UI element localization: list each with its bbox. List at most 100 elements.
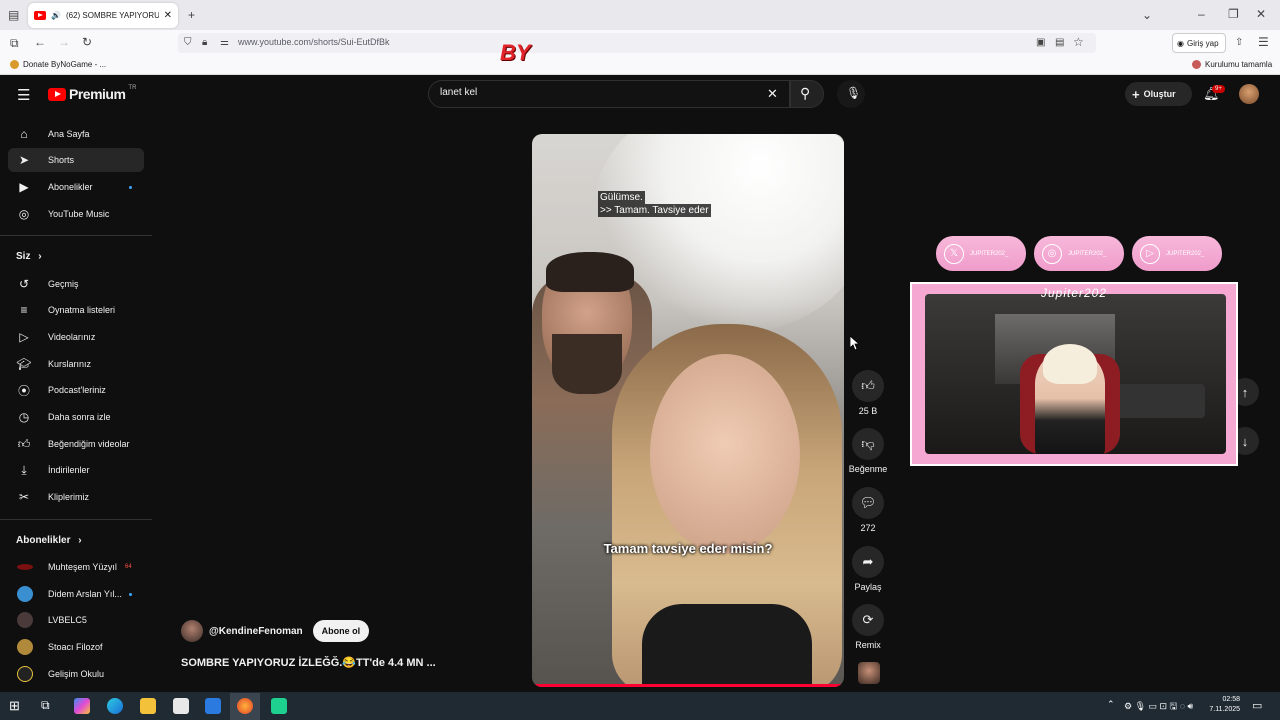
video-title[interactable]: SOMBRE YAPIYORUZ İZLEĞĞ.😂TT'de 4.4 MN ..…	[181, 656, 436, 669]
sidebar-item-liked-videos[interactable]: 👍︎ Beğendiğim videolar	[8, 432, 144, 456]
youtube-play-icon	[48, 87, 66, 101]
task-view-icon[interactable]: ⧉	[41, 698, 50, 713]
sidebar-sub-item[interactable]: Gelişim Okulu	[8, 662, 144, 686]
copilot-icon[interactable]	[74, 698, 90, 714]
chevron-down-icon[interactable]: ⌄	[1142, 9, 1152, 21]
lock-icon[interactable]: 🔒︎	[202, 37, 207, 49]
setup-reminder[interactable]: Kurulumu tamamla	[1192, 60, 1272, 69]
channel-avatar	[17, 612, 33, 628]
bookmark-donate[interactable]: Donate ByNoGame - ...	[10, 60, 106, 69]
remix-icon: ⟳	[852, 604, 884, 636]
firefox-icon[interactable]	[237, 698, 253, 714]
search-button[interactable]: ⚲	[790, 80, 824, 108]
clear-search-icon[interactable]: ✕	[767, 86, 778, 102]
remix-label: Remix	[855, 640, 881, 650]
sidebar-item-label: Geçmiş	[48, 279, 79, 289]
window-close-icon[interactable]: ✕	[1256, 8, 1266, 20]
file-explorer-icon[interactable]	[140, 698, 156, 714]
section-subscriptions[interactable]: Abonelikler ›	[16, 535, 82, 546]
sidebar-sub-item[interactable]: Stoacı Filozof	[8, 635, 144, 659]
sidebar-item-downloads[interactable]: ⤓ İndirilenler	[8, 458, 144, 482]
channel-avatar	[17, 586, 33, 602]
signin-label: Giriş yap	[1186, 38, 1219, 48]
sidebar-item-your-videos[interactable]: ▷ Videolarınız	[8, 325, 144, 349]
sidebar-sub-item[interactable]: Muhteşem Yüzyıl 64	[8, 555, 144, 579]
sidebar-sub-item[interactable]: Didem Arslan Yıl...	[8, 582, 144, 606]
sidebar-item-podcasts[interactable]: ⦿ Podcast'leriniz	[8, 378, 144, 402]
bookmark-star-icon[interactable]: ☆	[1073, 36, 1084, 48]
notification-center-icon[interactable]: ▭	[1252, 699, 1262, 712]
reader-view-icon[interactable]: ▤	[1055, 37, 1064, 49]
video-person-girl-face	[650, 354, 800, 554]
sidebar-item-watch-later[interactable]: ◷ Daha sonra izle	[8, 405, 144, 429]
bookmark-label: Donate ByNoGame - ...	[23, 60, 107, 69]
sidebar-sub-item[interactable]: LVBELC5	[8, 608, 144, 632]
url-text[interactable]: www.youtube.com/shorts/Sui-EutDfBk	[238, 37, 390, 47]
dislike-button[interactable]: 👎︎ Beğenme	[848, 428, 888, 474]
taskbar-clock[interactable]: 02:58 7.11.2025	[1200, 695, 1240, 715]
sidebar-item-home[interactable]: ⌂ Ana Sayfa	[8, 122, 144, 146]
edge-icon[interactable]	[107, 698, 123, 714]
mail-icon[interactable]	[205, 698, 221, 714]
bookmark-favicon-icon	[10, 60, 19, 69]
sidebar-item-courses[interactable]: 🎓︎ Kurslarınız	[8, 352, 144, 376]
app-icon[interactable]	[271, 698, 287, 714]
signin-button[interactable]: ◉ Giriş yap	[1172, 33, 1226, 53]
sidebar-item-subscriptions[interactable]: ▶ Abonelikler	[8, 175, 144, 199]
account-avatar[interactable]	[1239, 84, 1259, 104]
sidebar-item-label: Videolarınız	[48, 332, 96, 342]
video-progress-bar[interactable]	[532, 684, 844, 687]
search-input[interactable]: lanet kel	[440, 87, 477, 98]
thumbs-down-icon: 👎︎	[852, 428, 884, 460]
webcam-feed	[925, 294, 1226, 454]
sidebar-item-label: Kliplerimiz	[48, 492, 90, 502]
home-icon: ⌂	[20, 127, 28, 141]
sidebar-item-clips[interactable]: ✂ Kliplerimiz	[8, 485, 144, 509]
close-tab-icon[interactable]: ✕	[164, 10, 172, 21]
store-icon[interactable]	[173, 698, 189, 714]
forward-icon[interactable]: →	[58, 36, 70, 48]
history-icon: ↺	[18, 277, 30, 291]
new-tab-icon[interactable]: +	[188, 9, 195, 21]
youtube-logo[interactable]: Premium TR	[48, 85, 136, 102]
channel-name[interactable]: @KendineFenoman	[209, 626, 303, 637]
minimize-icon[interactable]: –	[1198, 8, 1205, 20]
sidebar-item-shorts[interactable]: ➤ Shorts	[8, 148, 144, 172]
browser-tab[interactable]: 🔊 (62) SOMBRE YAPIYORUZ İ... ✕	[28, 3, 178, 28]
permissions-icon[interactable]: ⚌	[220, 37, 229, 49]
windows-start-icon[interactable]: ⊞	[9, 698, 20, 714]
sidebar-item-youtube-music[interactable]: ◎ YouTube Music	[8, 202, 144, 226]
audio-icon[interactable]: 🔊	[51, 11, 61, 20]
sidebar-toggle-icon[interactable]: ⧉	[10, 37, 19, 49]
video-person-man-beard	[552, 334, 622, 394]
chevron-right-icon: ›	[38, 251, 42, 262]
comments-button[interactable]: 💬︎ 272	[848, 487, 888, 533]
tray-chevron-icon[interactable]: ⌃	[1107, 699, 1115, 710]
tray-icons[interactable]: ⚙ 🎙︎ ▭ ⊡ 🖫 ◌ 🔊︎	[1124, 699, 1193, 715]
sound-thumbnail[interactable]	[858, 662, 880, 684]
mouse-cursor-icon	[850, 336, 859, 350]
channel-avatar[interactable]	[181, 620, 203, 642]
create-button[interactable]: + Oluştur	[1125, 82, 1192, 106]
extensions-icon[interactable]: ⇧	[1235, 37, 1243, 49]
playlists-icon: ≡	[20, 303, 28, 317]
reload-icon[interactable]: ↻	[82, 36, 92, 48]
arrow-down-icon: ↓	[1241, 433, 1249, 449]
share-button[interactable]: ➦ Paylaş	[848, 546, 888, 592]
search-box[interactable]	[428, 80, 790, 108]
hamburger-menu-icon[interactable]: ☰	[17, 86, 30, 104]
remix-button[interactable]: ⟳ Remix	[848, 604, 888, 650]
tab-list-icon[interactable]: ▤	[8, 9, 19, 21]
translate-icon[interactable]: ▣	[1036, 37, 1045, 49]
maximize-icon[interactable]: ❐	[1228, 8, 1239, 20]
back-icon[interactable]: ←	[34, 36, 46, 48]
voice-search-button[interactable]: 🎙︎	[837, 80, 865, 108]
sidebar-item-playlists[interactable]: ≡ Oynatma listeleri	[8, 298, 144, 322]
sidebar-item-history[interactable]: ↺ Geçmiş	[8, 272, 144, 296]
overlay-social-x: 𝕏 JUPITER202_	[936, 236, 1026, 271]
subscribe-button[interactable]: Abone ol	[312, 620, 370, 642]
like-button[interactable]: 👍︎ 25 B	[848, 370, 888, 416]
menu-icon[interactable]: ☰	[1258, 36, 1269, 48]
shield-icon[interactable]: ⛉	[184, 37, 192, 49]
section-you[interactable]: Siz ›	[16, 251, 42, 262]
